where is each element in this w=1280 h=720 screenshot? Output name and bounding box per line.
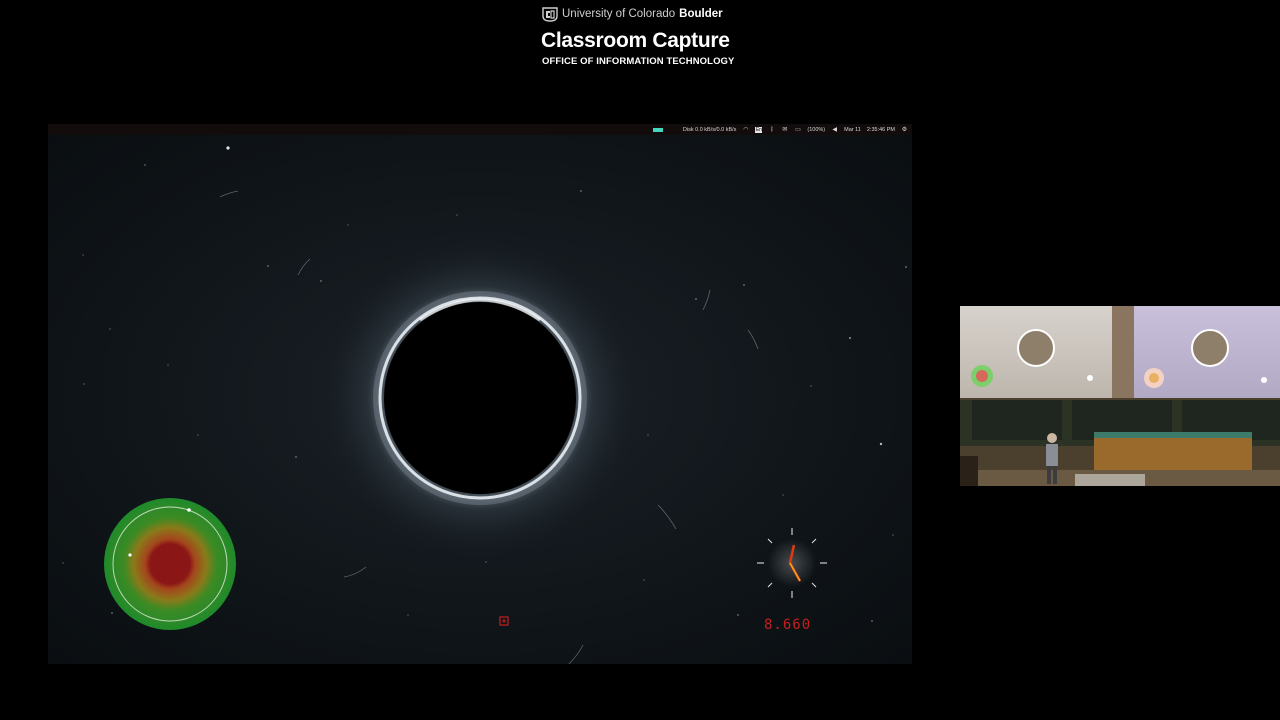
disk-usage: Disk 0.0 kB/s/0.0 kB/s [682,126,737,133]
page-subtitle: OFFICE OF INFORMATION TECHNOLOGY [542,56,735,67]
date-display[interactable]: Mar 11 [844,127,861,133]
cu-logo-icon [542,6,558,22]
screen-capture-panel: Disk 0.0 kB/s/0.0 kB/s ◠ En ᛒ ✉ ▭ (100%)… [48,124,912,664]
battery-icon[interactable]: ▭ [794,127,801,133]
activity-indicator [652,127,663,132]
lecture-desk [1094,432,1252,474]
settings-gear-icon[interactable]: ⚙ [901,127,908,133]
center-crosshair [499,616,509,626]
mail-icon[interactable]: ✉ [781,127,788,133]
wifi-icon[interactable]: ◠ [742,127,749,133]
classroom-camera-view [960,306,1280,486]
university-branding: University of Colorado Boulder [542,6,723,22]
system-top-bar: Disk 0.0 kB/s/0.0 kB/s ◠ En ᛒ ✉ ▭ (100%)… [48,124,912,135]
camera-feed [960,306,1280,486]
proximity-radar-gauge[interactable] [104,498,236,630]
time-display[interactable]: 2:35:46 PM [867,127,895,133]
event-horizon [384,302,576,494]
page-title: Classroom Capture [541,29,730,52]
simulation-canvas: 8.660 [62,146,907,664]
keyboard-icon[interactable]: En [755,126,763,133]
volume-icon[interactable]: ◀ [831,127,838,133]
university-name: University of Colorado [562,8,676,20]
university-campus: Boulder [679,8,723,20]
battery-level: (100%) [807,126,826,133]
classroom-capture-header: University of Colorado Boulder Classroom… [0,0,1280,80]
black-hole-simulation-view[interactable]: 8.660 [48,135,912,664]
direction-compass[interactable] [757,528,827,598]
bluetooth-icon[interactable]: ᛒ [768,127,775,133]
distance-readout: 8.660 [764,617,811,633]
